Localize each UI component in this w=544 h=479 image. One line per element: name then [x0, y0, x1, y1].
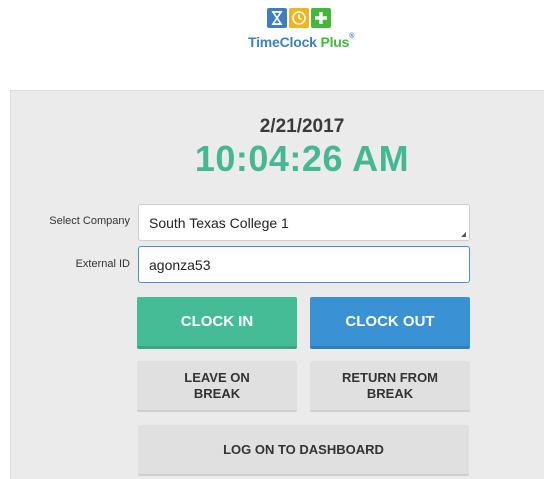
brand-name-plus: Plus [320, 34, 350, 50]
current-time: 10:04:26 AM [194, 138, 410, 179]
select-resize-grip-icon [461, 232, 466, 237]
clock-icon [289, 8, 309, 28]
plus-icon [311, 8, 331, 28]
hourglass-icon [267, 8, 287, 28]
external-id-label: External ID [75, 258, 130, 270]
return-from-break-button[interactable]: RETURN FROM BREAK [310, 361, 470, 412]
external-id-input[interactable] [138, 246, 470, 283]
registered-mark: ® [349, 33, 355, 40]
leave-on-break-button[interactable]: LEAVE ON BREAK [137, 361, 297, 412]
logo-icons [267, 8, 331, 28]
current-date: 2/21/2017 [259, 116, 345, 137]
company-select-value: South Texas College 1 [149, 215, 289, 231]
clock-out-button[interactable]: CLOCK OUT [310, 297, 470, 349]
company-select[interactable]: South Texas College 1 [138, 204, 470, 241]
brand-logo-text: TimeClock Plus® [248, 33, 355, 50]
log-on-dashboard-button[interactable]: LOG ON TO DASHBOARD [138, 425, 469, 476]
app-header: TimeClock Plus® [0, 0, 544, 90]
brand-name: TimeClock [248, 34, 317, 50]
clock-in-button[interactable]: CLOCK IN [137, 297, 297, 349]
company-label: Select Company [49, 215, 130, 227]
